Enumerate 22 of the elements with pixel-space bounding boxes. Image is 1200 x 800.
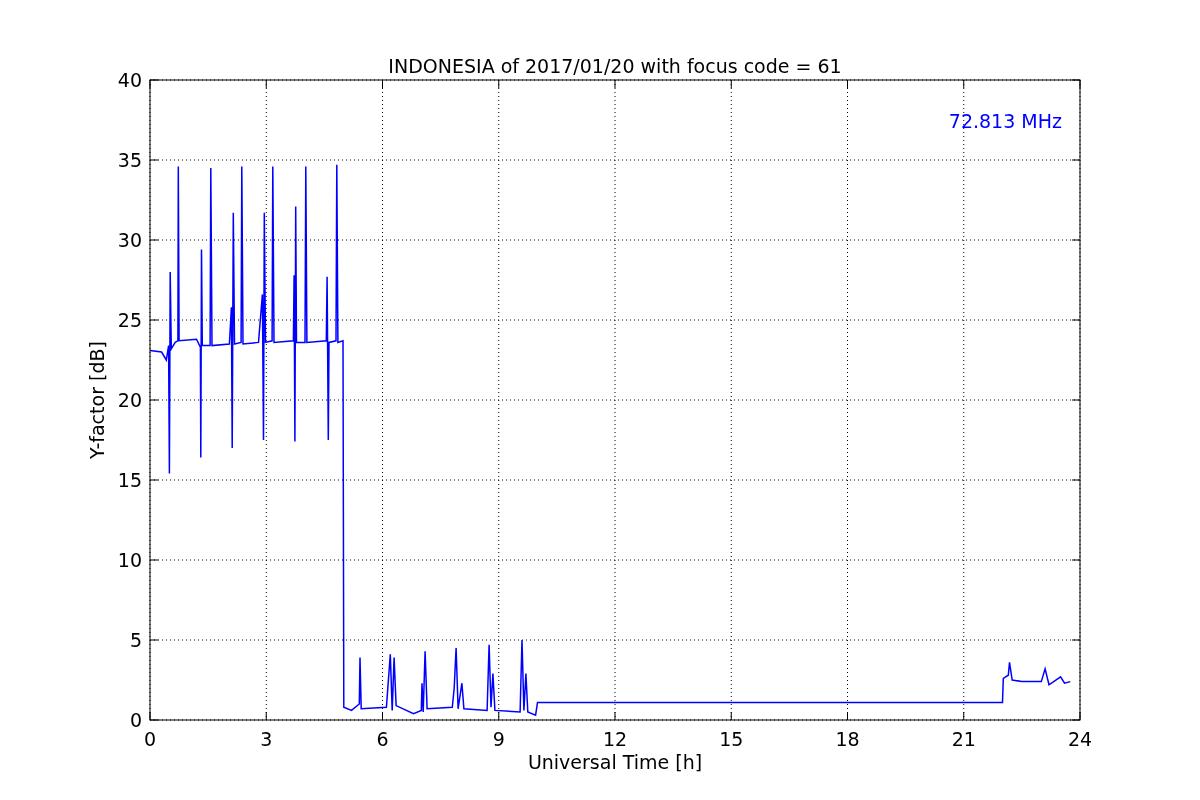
tick-label: 0 — [129, 709, 142, 731]
tick-label: 21 — [951, 728, 976, 750]
tick-label: 15 — [719, 728, 744, 750]
tick-label: 24 — [1067, 728, 1093, 750]
tick-label: 35 — [117, 149, 142, 171]
tick-label: 25 — [117, 309, 142, 331]
tick-label: 12 — [602, 728, 628, 750]
series-label: 72.813 MHz — [948, 110, 1062, 132]
tick-label: 15 — [117, 469, 142, 491]
tick-label: 5 — [129, 629, 142, 651]
tick-label: 0 — [143, 728, 157, 750]
tick-label: 20 — [117, 389, 142, 411]
tick-label: 18 — [835, 728, 860, 750]
tick-label: 10 — [117, 549, 142, 571]
tick-label: 3 — [260, 728, 273, 750]
tick-label: 6 — [376, 728, 389, 750]
y-axis-label: Y-factor [dB] — [86, 341, 108, 459]
x-axis-label: Universal Time [h] — [527, 751, 703, 773]
tick-label: 30 — [117, 229, 142, 251]
chart-title: INDONESIA of 2017/01/20 with focus code = 61 — [388, 55, 842, 77]
tick-label: 9 — [492, 728, 505, 750]
tick-label: 40 — [117, 69, 142, 91]
